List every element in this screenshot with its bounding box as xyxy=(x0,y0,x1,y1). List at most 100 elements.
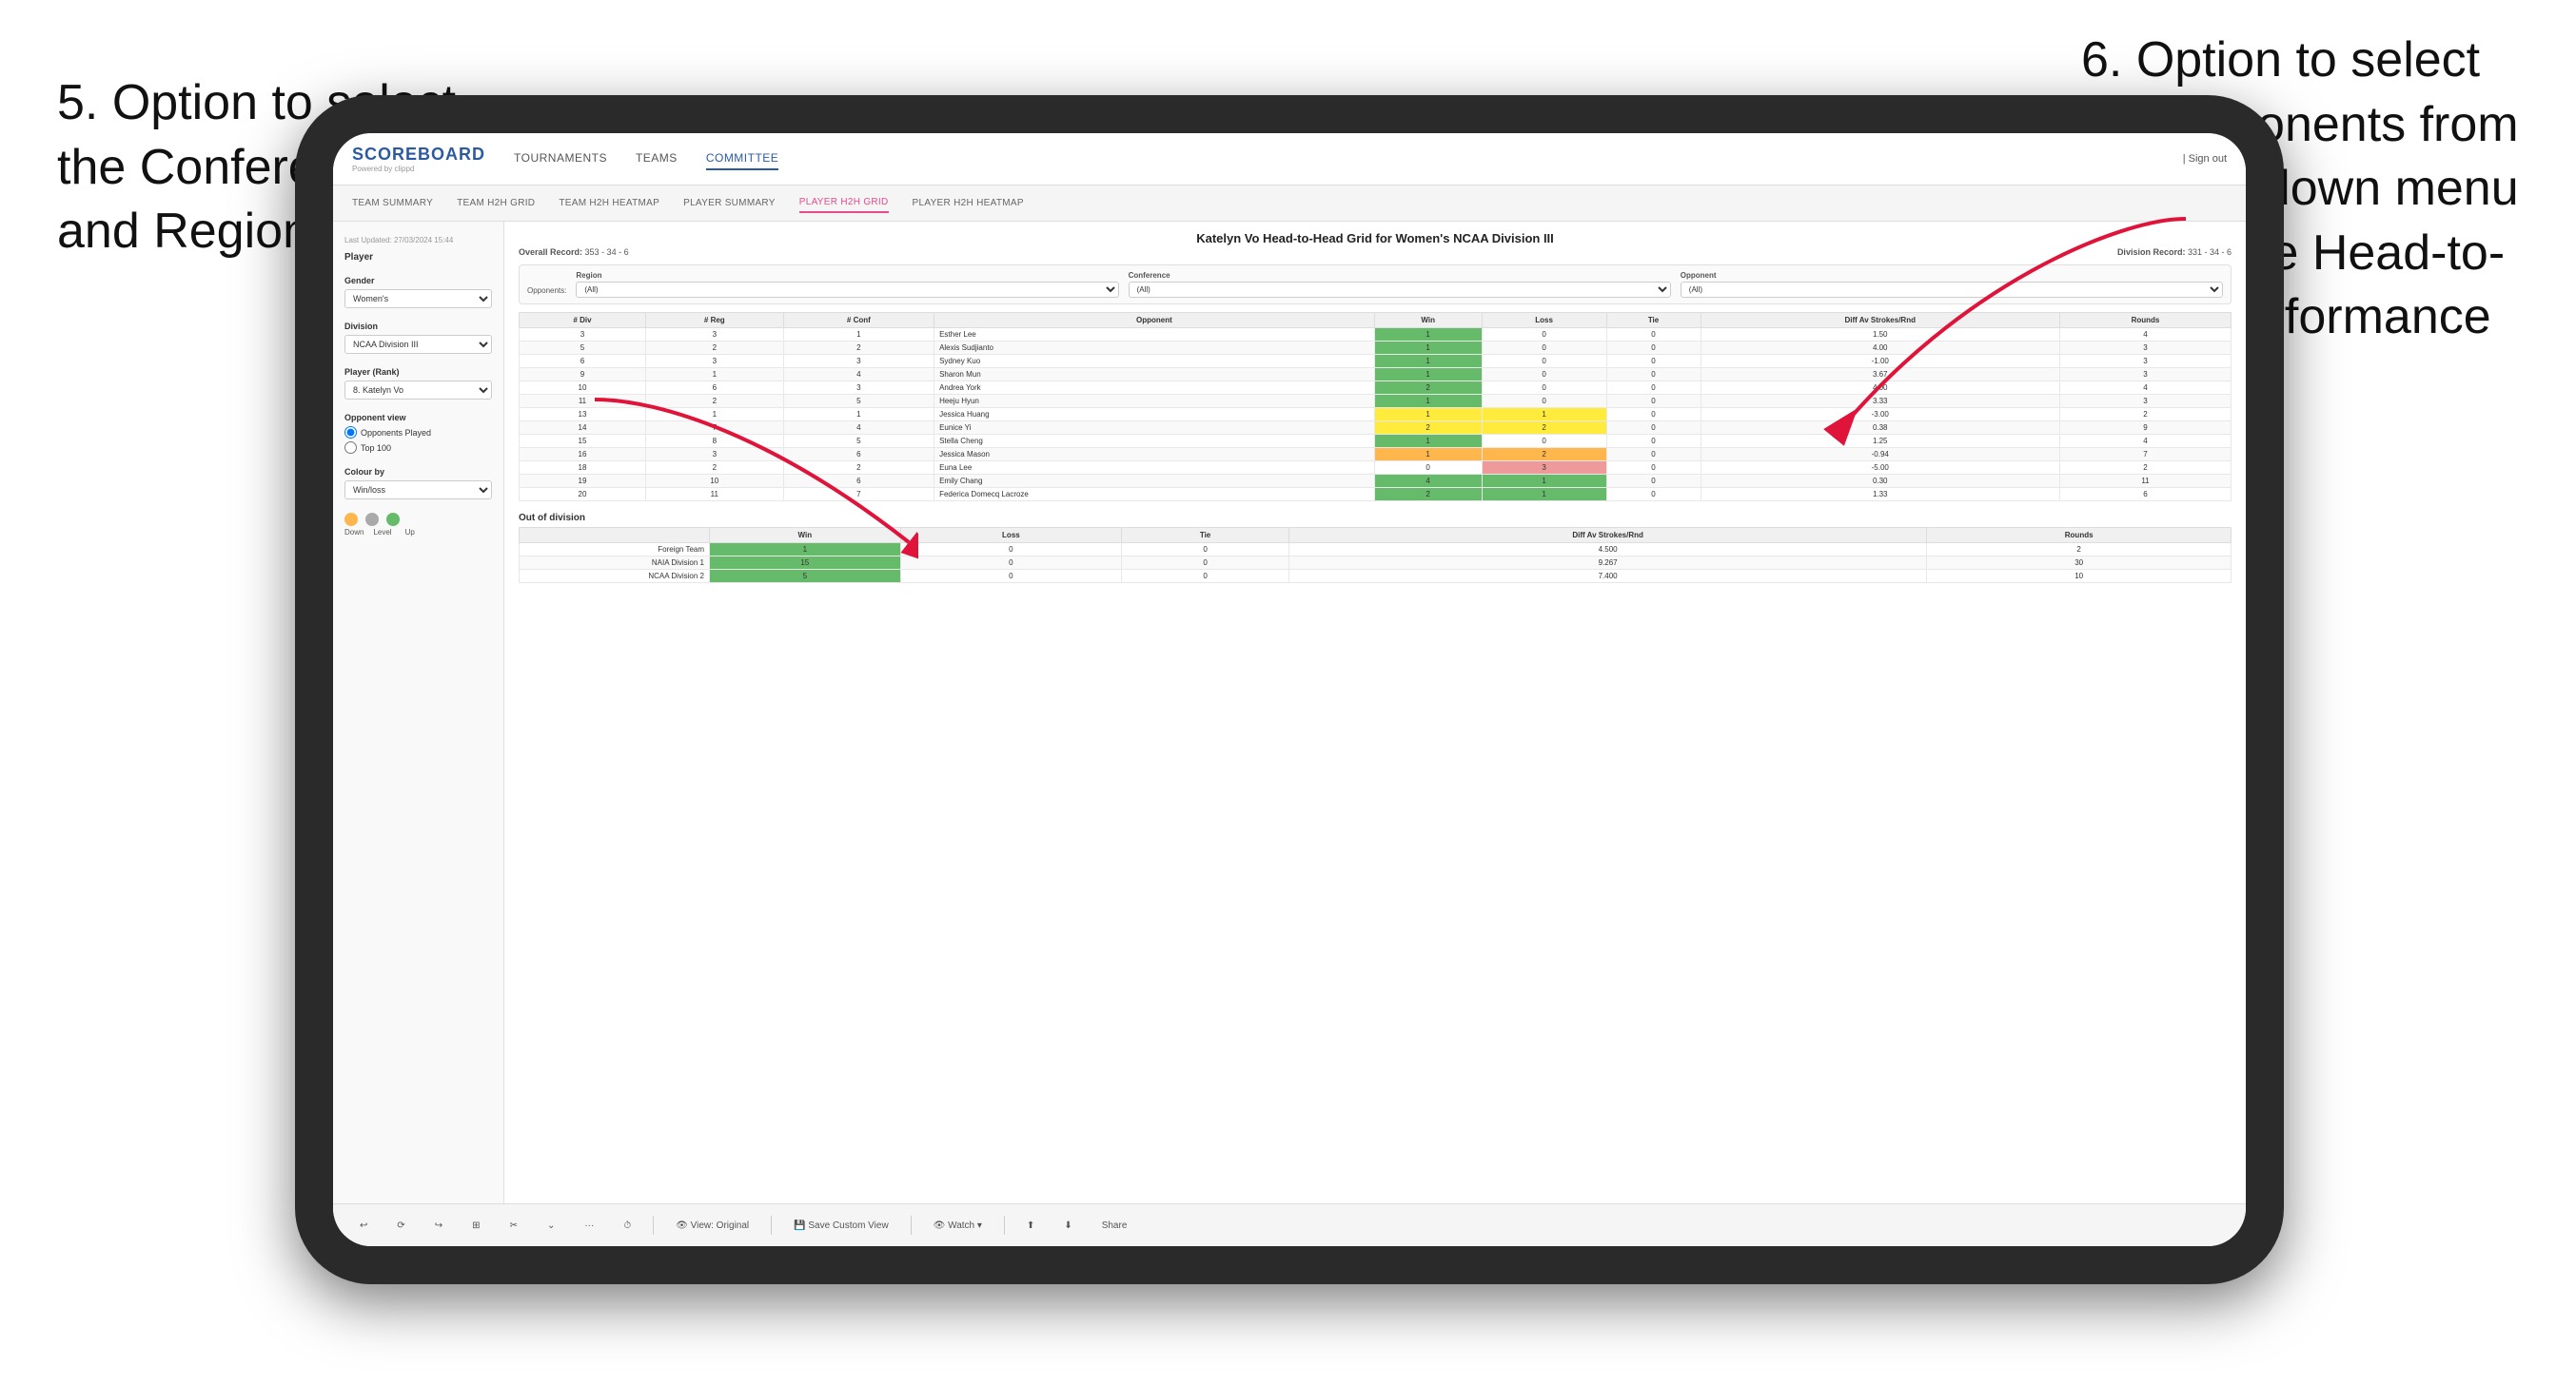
table-row: 20117Federica Domecq Lacroze2101.336 xyxy=(520,488,2232,501)
table-cell: 2 xyxy=(645,395,783,408)
table-cell: 0 xyxy=(1482,328,1606,342)
table-cell: 9 xyxy=(520,368,646,381)
ood-table-row: NAIA Division 115009.26730 xyxy=(520,556,2232,570)
nav-tournaments[interactable]: TOURNAMENTS xyxy=(514,147,607,170)
sidebar-division-select[interactable]: NCAA Division III xyxy=(344,335,492,354)
th-reg: # Reg xyxy=(645,313,783,328)
sidebar-player-rank-label: Player (Rank) xyxy=(344,367,492,377)
table-cell: 1 xyxy=(1482,488,1606,501)
sidebar-player-label: Player xyxy=(344,252,492,263)
table-cell: -1.00 xyxy=(1701,355,2059,368)
toolbar-cut[interactable]: ✂ xyxy=(502,1217,525,1235)
table-cell: 2 xyxy=(783,342,934,355)
toolbar-save-custom-view[interactable]: 💾 Save Custom View xyxy=(786,1217,896,1235)
table-cell: 2 xyxy=(783,461,934,475)
table-cell: 3 xyxy=(645,355,783,368)
table-cell: 10 xyxy=(520,381,646,395)
dot-label-down: Down xyxy=(344,528,364,537)
table-cell: 11 xyxy=(2059,475,2231,488)
sidebar-radio-top100[interactable]: Top 100 xyxy=(344,441,492,454)
th-rounds: Rounds xyxy=(2059,313,2231,328)
toolbar-timer[interactable]: ⏱ xyxy=(616,1217,639,1235)
table-cell: 0 xyxy=(1606,421,1701,435)
ood-th-tie: Tie xyxy=(1122,528,1289,543)
sidebar-player-rank-select[interactable]: 8. Katelyn Vo xyxy=(344,381,492,400)
ood-table-cell: 0 xyxy=(900,556,1122,570)
table-cell: 5 xyxy=(520,342,646,355)
toolbar-upload[interactable]: ⬆ xyxy=(1019,1217,1042,1235)
toolbar-download[interactable]: ⬇ xyxy=(1056,1217,1079,1235)
sidebar-dots xyxy=(344,513,492,526)
main-content: Last Updated: 27/03/2024 15:44 Player Ge… xyxy=(333,222,2246,1203)
table-cell: 0 xyxy=(1606,355,1701,368)
filter-region-select[interactable]: (All) xyxy=(576,282,1118,298)
sub-nav-team-h2h-grid[interactable]: TEAM H2H GRID xyxy=(457,194,535,212)
sidebar-gender-select[interactable]: Women's xyxy=(344,289,492,308)
table-cell: 0 xyxy=(1482,435,1606,448)
table-cell: 1 xyxy=(783,408,934,421)
table-cell: 4 xyxy=(1374,475,1482,488)
main-table-section: # Div # Reg # Conf Opponent Win Loss Tie… xyxy=(519,312,2232,501)
dot-label-level: Level xyxy=(373,528,391,537)
filter-conference-group: Conference (All) xyxy=(1129,271,1671,298)
toolbar-grid[interactable]: ⊞ xyxy=(464,1217,487,1235)
sidebar-colour-by-select[interactable]: Win/loss xyxy=(344,480,492,499)
ood-table-cell: 2 xyxy=(1927,543,2232,556)
table-row: 522Alexis Sudjianto1004.003 xyxy=(520,342,2232,355)
ood-th-loss: Loss xyxy=(900,528,1122,543)
table-cell: 0 xyxy=(1482,368,1606,381)
sidebar-radio-opponents-played[interactable]: Opponents Played xyxy=(344,426,492,439)
table-cell: 1 xyxy=(1374,342,1482,355)
table-cell: Sharon Mun xyxy=(934,368,1375,381)
out-of-division-table: Win Loss Tie Diff Av Strokes/Rnd Rounds … xyxy=(519,527,2232,583)
table-cell: 0 xyxy=(1606,408,1701,421)
toolbar-sep1 xyxy=(653,1216,654,1235)
table-cell: 3 xyxy=(783,355,934,368)
table-cell: 0 xyxy=(1606,461,1701,475)
bottom-toolbar: ↩ ⟳ ↪ ⊞ ✂ ⌄ ··· ⏱ 👁 View: Original 💾 Sav… xyxy=(333,1203,2246,1246)
sub-nav-player-summary[interactable]: PLAYER SUMMARY xyxy=(683,194,776,212)
toolbar-refresh[interactable]: ⟳ xyxy=(389,1217,412,1235)
table-row: 914Sharon Mun1003.673 xyxy=(520,368,2232,381)
toolbar-dropdown[interactable]: ⌄ xyxy=(540,1217,562,1235)
table-cell: 6 xyxy=(645,381,783,395)
table-cell: 1 xyxy=(1374,395,1482,408)
table-cell: 0.30 xyxy=(1701,475,2059,488)
table-cell: 2 xyxy=(1482,448,1606,461)
table-row: 1063Andrea York2004.004 xyxy=(520,381,2232,395)
toolbar-redo[interactable]: ↪ xyxy=(427,1217,450,1235)
table-cell: 0 xyxy=(1482,381,1606,395)
table-cell: 3 xyxy=(2059,368,2231,381)
toolbar-sep2 xyxy=(771,1216,772,1235)
filter-opponent-select[interactable]: (All) xyxy=(1681,282,2223,298)
ood-header-row: Win Loss Tie Diff Av Strokes/Rnd Rounds xyxy=(520,528,2232,543)
toolbar-undo[interactable]: ↩ xyxy=(352,1217,375,1235)
toolbar-dots[interactable]: ··· xyxy=(577,1217,601,1235)
sidebar: Last Updated: 27/03/2024 15:44 Player Ge… xyxy=(333,222,504,1203)
sidebar-gender-label: Gender xyxy=(344,276,492,285)
sub-nav-team-h2h-heatmap[interactable]: TEAM H2H HEATMAP xyxy=(559,194,659,212)
sub-nav-player-h2h-heatmap[interactable]: PLAYER H2H HEATMAP xyxy=(913,194,1024,212)
nav-teams[interactable]: TEAMS xyxy=(636,147,678,170)
sub-nav-team-summary[interactable]: TEAM SUMMARY xyxy=(352,194,433,212)
nav-committee[interactable]: COMMITTEE xyxy=(706,147,779,170)
timestamp: Last Updated: 27/03/2024 15:44 xyxy=(344,236,492,244)
toolbar-share[interactable]: Share xyxy=(1094,1217,1135,1235)
table-cell: 2 xyxy=(2059,461,2231,475)
th-diff: Diff Av Strokes/Rnd xyxy=(1701,313,2059,328)
nav-sign-out[interactable]: | Sign out xyxy=(2183,153,2227,165)
filter-conference-select[interactable]: (All) xyxy=(1129,282,1671,298)
table-cell: 0 xyxy=(1482,342,1606,355)
dot-level xyxy=(365,513,379,526)
ood-table-row: Foreign Team1004.5002 xyxy=(520,543,2232,556)
sub-nav-player-h2h-grid[interactable]: PLAYER H2H GRID xyxy=(799,193,889,213)
toolbar-watch[interactable]: 👁 Watch ▾ xyxy=(926,1217,990,1235)
toolbar-view-original[interactable]: 👁 View: Original xyxy=(668,1217,757,1235)
table-cell: 1 xyxy=(645,368,783,381)
table-cell: 1 xyxy=(783,328,934,342)
table-cell: -3.00 xyxy=(1701,408,2059,421)
table-cell: 1 xyxy=(1374,328,1482,342)
table-cell: 13 xyxy=(520,408,646,421)
table-cell: 1 xyxy=(645,408,783,421)
table-cell: 1 xyxy=(1374,435,1482,448)
